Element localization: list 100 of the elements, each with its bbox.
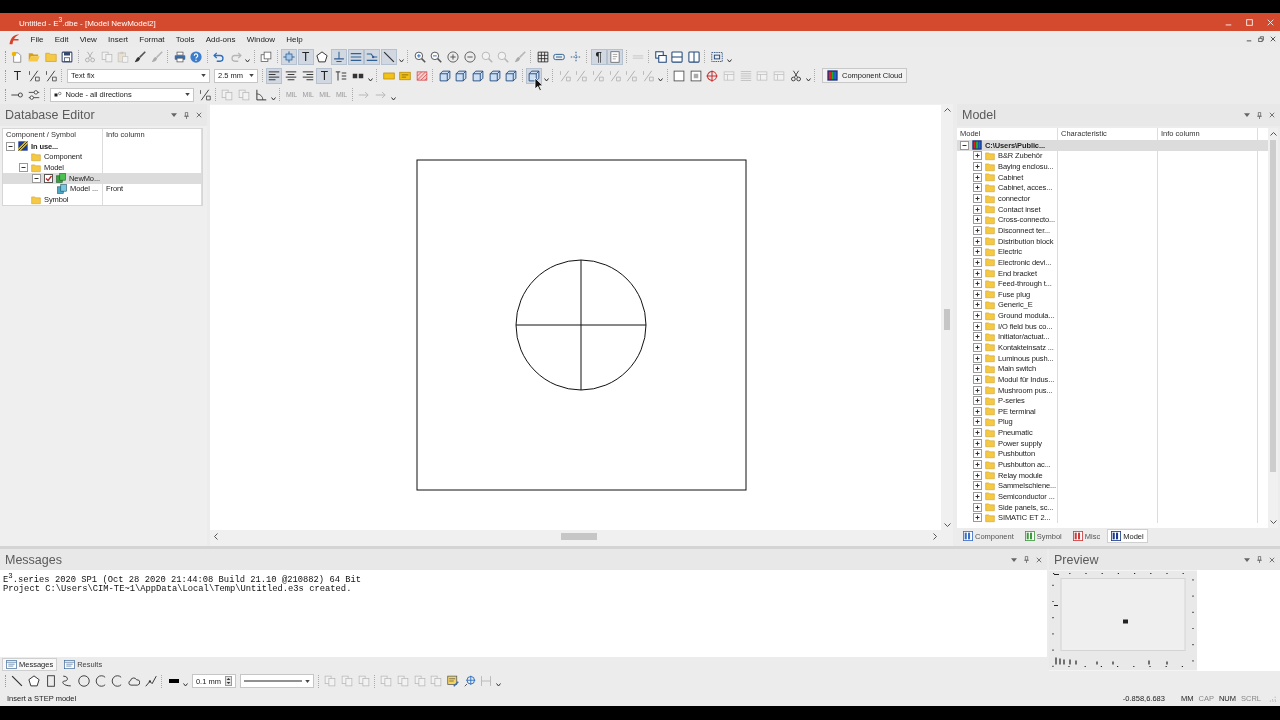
expand-icon[interactable] (973, 194, 982, 203)
collapse-icon[interactable] (6, 141, 15, 151)
menu-item[interactable]: View (74, 34, 103, 44)
vertical-scrollbar[interactable] (1268, 128, 1278, 528)
expand-icon[interactable] (973, 215, 982, 225)
expand-icon[interactable] (973, 321, 982, 331)
expand-icon[interactable] (973, 151, 982, 161)
expand-icon[interactable] (973, 502, 982, 512)
close-icon[interactable] (196, 112, 202, 118)
menu-item[interactable]: Insert (102, 34, 134, 44)
scroll-left-icon[interactable] (214, 532, 218, 540)
checkbox[interactable] (44, 173, 53, 183)
collapse-icon[interactable] (19, 163, 28, 173)
expand-icon[interactable] (973, 204, 982, 214)
expand-icon[interactable] (973, 396, 982, 406)
expand-icon[interactable] (973, 257, 982, 267)
toolbar-button[interactable] (59, 48, 76, 65)
close-icon[interactable] (1036, 556, 1042, 563)
toolbar-button[interactable] (652, 48, 669, 65)
expand-icon[interactable] (973, 374, 982, 384)
expand-icon[interactable] (973, 385, 982, 395)
scroll-down-icon[interactable] (943, 523, 951, 527)
expand-icon[interactable] (973, 513, 982, 523)
chevron-down-icon[interactable] (496, 683, 502, 687)
expand-icon[interactable] (973, 300, 982, 310)
expand-icon[interactable] (973, 481, 982, 491)
pin-icon[interactable] (1257, 111, 1262, 119)
chevron-down-icon[interactable] (367, 77, 373, 82)
expand-icon[interactable] (973, 470, 982, 480)
menu-item[interactable]: Add-ons (200, 34, 242, 44)
scroll-up-icon[interactable] (943, 108, 951, 112)
expand-icon[interactable] (973, 247, 982, 257)
toolbar-button[interactable] (266, 67, 283, 84)
chevron-down-icon[interactable] (183, 683, 189, 687)
scroll-right-icon[interactable] (933, 532, 937, 540)
chevron-down-icon[interactable] (398, 58, 404, 63)
expand-icon[interactable] (973, 162, 982, 172)
menu-item[interactable]: Edit (49, 34, 75, 44)
dropdown-arrow-icon[interactable] (171, 113, 177, 117)
close-icon[interactable] (1269, 556, 1275, 563)
chevron-down-icon[interactable] (805, 77, 811, 82)
toolbar-button[interactable] (76, 673, 93, 689)
scroll-down-icon[interactable] (1269, 520, 1277, 524)
scrollbar-thumb[interactable] (944, 309, 950, 330)
toolbar-button[interactable] (26, 673, 43, 689)
expand-icon[interactable] (973, 491, 982, 501)
vertical-scrollbar[interactable] (942, 105, 952, 530)
expand-icon[interactable] (973, 268, 982, 278)
restore-icon[interactable] (1258, 36, 1264, 42)
collapse-icon[interactable] (32, 173, 41, 183)
toolbar-button[interactable]: T (297, 48, 314, 65)
pin-icon[interactable] (1024, 556, 1029, 563)
scrollbar-thumb[interactable] (1270, 140, 1276, 472)
chevron-down-icon[interactable] (270, 96, 276, 101)
toolbar-button[interactable] (132, 48, 149, 65)
maximize-icon[interactable] (1246, 18, 1253, 26)
expand-icon[interactable] (973, 289, 982, 299)
chevron-down-icon[interactable] (245, 58, 251, 63)
spin-arrows-icon[interactable] (224, 676, 232, 686)
expand-icon[interactable] (973, 236, 982, 246)
expand-icon[interactable] (973, 428, 982, 438)
expand-icon[interactable] (973, 172, 982, 182)
chevron-down-icon[interactable] (543, 77, 549, 82)
expand-icon[interactable] (973, 406, 982, 416)
menu-item[interactable]: Format (133, 34, 171, 44)
expand-icon[interactable] (973, 183, 982, 193)
expand-icon[interactable] (973, 417, 982, 427)
toolbar-button[interactable] (381, 48, 398, 65)
menu-item[interactable]: Tools (170, 34, 201, 44)
toolbar-button[interactable]: T (316, 67, 333, 84)
expand-icon[interactable] (973, 353, 982, 363)
menu-item[interactable]: Help (280, 34, 309, 44)
expand-icon[interactable] (973, 311, 982, 321)
chevron-down-icon[interactable] (390, 96, 396, 101)
expand-icon[interactable] (973, 279, 982, 289)
close-icon[interactable] (1269, 112, 1275, 118)
menu-item[interactable]: File (25, 34, 50, 44)
chevron-down-icon[interactable] (658, 77, 663, 82)
dropdown-arrow-icon[interactable] (1244, 113, 1250, 117)
expand-icon[interactable] (973, 332, 982, 342)
toolbar-button[interactable] (314, 48, 331, 65)
expand-icon[interactable] (973, 438, 982, 448)
dropdown-arrow-icon[interactable] (1244, 557, 1250, 562)
scrollbar-thumb[interactable] (561, 533, 597, 540)
toolbar-button[interactable] (534, 48, 551, 65)
scroll-up-icon[interactable] (1269, 132, 1277, 136)
pin-icon[interactable] (184, 111, 189, 119)
chevron-down-icon[interactable] (726, 58, 732, 63)
resize-grip-icon[interactable] (1269, 695, 1276, 702)
pin-icon[interactable] (1257, 556, 1262, 563)
line-style-dropdown[interactable] (239, 674, 314, 688)
menu-item[interactable]: Window (241, 34, 281, 44)
expand-icon[interactable] (973, 364, 982, 374)
expand-icon[interactable] (973, 460, 982, 470)
dropdown-arrow-icon[interactable] (1011, 557, 1017, 562)
close-icon[interactable] (1270, 36, 1276, 42)
collapse-icon[interactable] (960, 140, 969, 150)
expand-icon[interactable] (973, 449, 982, 459)
expand-icon[interactable] (973, 225, 982, 235)
toolbar-button[interactable]: T (9, 67, 26, 84)
